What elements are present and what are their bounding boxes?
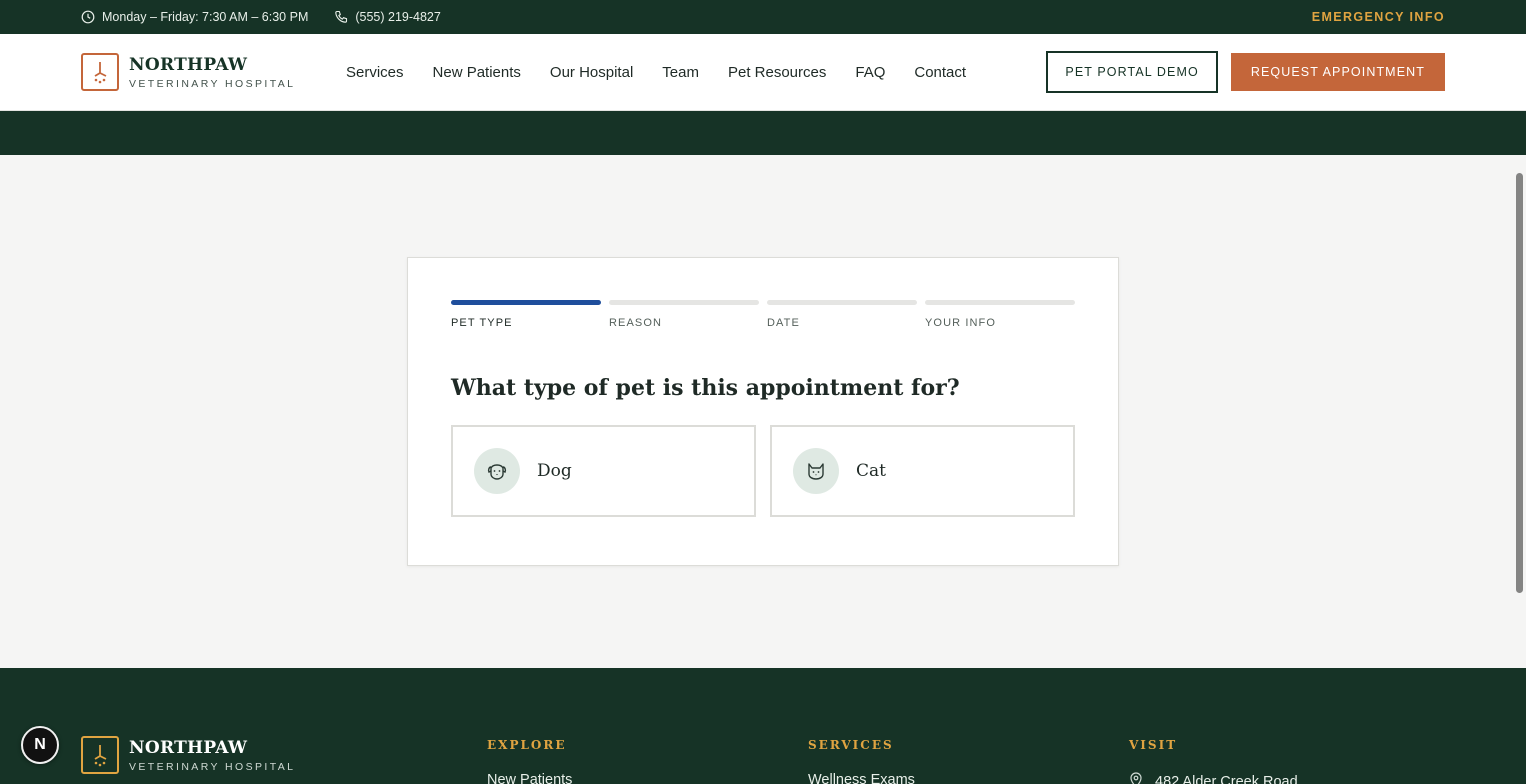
step-date: DATE [767,300,917,329]
footer-services: SERVICES Wellness Exams [808,738,915,784]
footer-address[interactable]: 482 Alder Creek Road [1129,772,1298,784]
wizard-progress: PET TYPE REASON DATE YOUR INFO [451,300,1075,329]
paw-logo-icon [81,53,119,91]
nav-our-hospital[interactable]: Our Hospital [550,64,633,81]
footer-heading: VISIT [1129,738,1178,752]
nav-services[interactable]: Services [346,64,404,81]
brand-name: NORTHPAW [129,54,248,75]
top-info-bar: Monday – Friday: 7:30 AM – 6:30 PM (555)… [0,0,1526,34]
appointment-wizard-card: PET TYPE REASON DATE YOUR INFO What type… [407,257,1119,566]
step-bar [609,300,759,305]
step-label: REASON [609,317,663,329]
emergency-info-link[interactable]: EMERGENCY INFO [1312,10,1445,24]
option-label: Dog [537,461,572,481]
site-header: NORTHPAW VETERINARY HOSPITAL Services Ne… [0,34,1526,111]
site-footer: NORTHPAW VETERINARY HOSPITAL EXPLORE New… [0,668,1526,784]
brand-text: NORTHPAW VETERINARY HOSPITAL [129,738,295,773]
main-nav: Services New Patients Our Hospital Team … [346,64,966,81]
footer-heading: EXPLORE [487,738,567,752]
pet-portal-button[interactable]: PET PORTAL DEMO [1046,51,1218,93]
nav-team[interactable]: Team [662,64,699,81]
phone-text[interactable]: (555) 219-4827 [355,10,440,24]
appointment-section: PET TYPE REASON DATE YOUR INFO What type… [0,155,1526,668]
step-bar [451,300,601,305]
address-text: 482 Alder Creek Road [1155,774,1298,784]
brand-subtitle: VETERINARY HOSPITAL [129,77,296,90]
brand-text: NORTHPAW VETERINARY HOSPITAL [129,55,295,90]
page-scrollbar[interactable] [1516,173,1523,593]
step-pet-type: PET TYPE [451,300,601,329]
footer-brand[interactable]: NORTHPAW VETERINARY HOSPITAL [81,736,346,774]
nav-contact[interactable]: Contact [914,64,966,81]
dog-icon [474,448,520,494]
footer-heading: SERVICES [808,738,894,752]
footer-explore: EXPLORE New Patients [487,738,572,784]
header-actions: PET PORTAL DEMO REQUEST APPOINTMENT [1046,51,1445,93]
nav-faq[interactable]: FAQ [855,64,885,81]
brand-name: NORTHPAW [129,737,248,758]
brand-logo[interactable]: NORTHPAW VETERINARY HOSPITAL [81,53,346,91]
phone-icon [334,10,348,24]
nav-new-patients[interactable]: New Patients [433,64,521,81]
phone-info[interactable]: (555) 219-4827 [334,10,441,24]
hero-strip [0,111,1526,155]
framework-badge-icon[interactable]: N [21,726,59,764]
step-bar [925,300,1075,305]
step-label: DATE [767,317,800,329]
footer-link-wellness-exams[interactable]: Wellness Exams [808,772,915,784]
pet-type-options: Dog Cat [451,425,1075,517]
option-dog[interactable]: Dog [451,425,756,517]
footer-link-new-patients[interactable]: New Patients [487,772,572,784]
step-label: PET TYPE [451,317,513,329]
request-appointment-button[interactable]: REQUEST APPOINTMENT [1230,53,1445,91]
brand-subtitle: VETERINARY HOSPITAL [129,760,296,773]
nav-pet-resources[interactable]: Pet Resources [728,64,826,81]
step-label: YOUR INFO [925,317,997,329]
hours-info: Monday – Friday: 7:30 AM – 6:30 PM [81,10,308,24]
step-reason: REASON [609,300,759,329]
option-cat[interactable]: Cat [770,425,1075,517]
clock-icon [81,10,95,24]
footer-visit: VISIT 482 Alder Creek Road [1129,738,1298,784]
step-your-info: YOUR INFO [925,300,1075,329]
option-label: Cat [856,461,886,481]
paw-logo-icon [81,736,119,774]
wizard-question: What type of pet is this appointment for… [451,375,960,401]
location-pin-icon [1129,772,1143,784]
hours-text: Monday – Friday: 7:30 AM – 6:30 PM [102,10,309,24]
step-bar [767,300,917,305]
cat-icon [793,448,839,494]
